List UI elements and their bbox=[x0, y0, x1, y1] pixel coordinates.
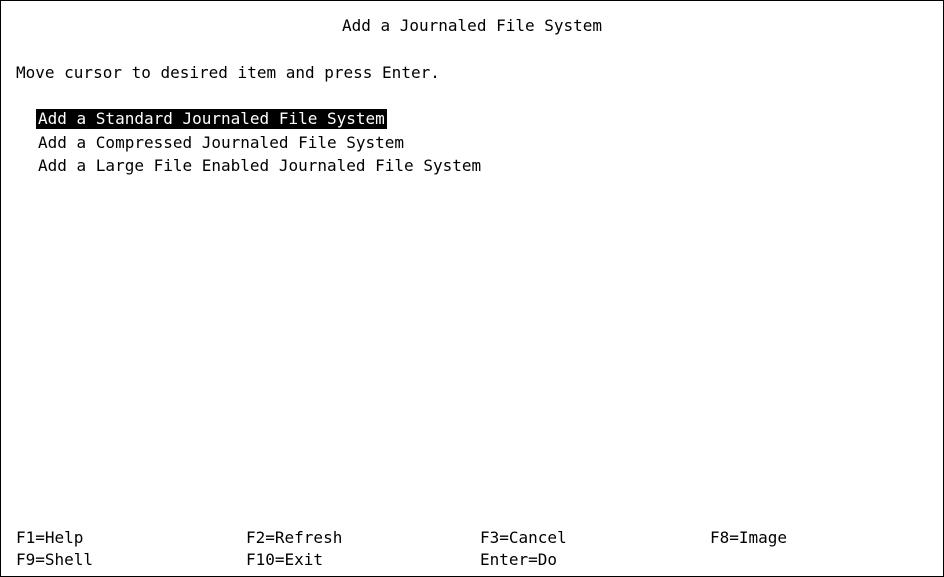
enter-do-key[interactable]: Enter=Do bbox=[480, 550, 557, 570]
screen-title: Add a Journaled File System bbox=[341, 16, 603, 35]
f9-shell-key[interactable]: F9=Shell bbox=[16, 550, 93, 570]
instruction-text: Move cursor to desired item and press En… bbox=[16, 63, 440, 82]
f3-cancel-key[interactable]: F3=Cancel bbox=[480, 528, 567, 548]
f2-refresh-key[interactable]: F2=Refresh bbox=[246, 528, 342, 548]
f1-help-key[interactable]: F1=Help bbox=[16, 528, 83, 548]
smit-terminal-screen: Add a Journaled File System Move cursor … bbox=[0, 0, 944, 577]
menu-item-large-file-jfs[interactable]: Add a Large File Enabled Journaled File … bbox=[38, 156, 481, 176]
f8-image-key[interactable]: F8=Image bbox=[710, 528, 787, 548]
f10-exit-key[interactable]: F10=Exit bbox=[246, 550, 323, 570]
menu-item-standard-jfs[interactable]: Add a Standard Journaled File System bbox=[36, 109, 387, 129]
menu-item-compressed-jfs[interactable]: Add a Compressed Journaled File System bbox=[38, 133, 404, 153]
